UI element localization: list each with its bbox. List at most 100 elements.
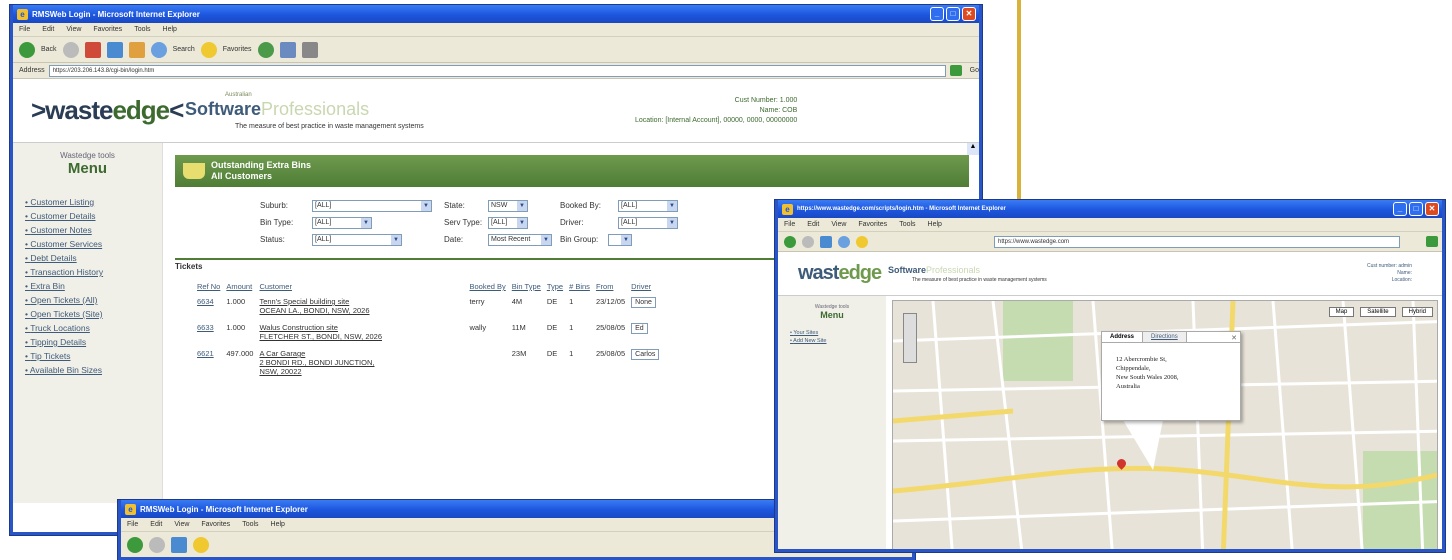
state-select[interactable]: NSW (488, 199, 528, 212)
refresh-icon[interactable] (106, 41, 123, 58)
menu-help[interactable]: Help (163, 26, 177, 33)
col-amount[interactable]: Amount (226, 282, 259, 295)
map-zoom-control[interactable] (903, 313, 917, 363)
suburb-select[interactable]: [ALL] (312, 199, 432, 212)
menu-help[interactable]: Help (928, 221, 942, 228)
close-icon[interactable]: ✕ (1231, 334, 1237, 342)
back-label[interactable]: Back (41, 46, 57, 53)
street-map[interactable]: Map Satellite Hybrid Address Directions … (892, 300, 1438, 549)
sidebar-item-customer-services[interactable]: Customer Services (25, 239, 162, 249)
booked-by-select[interactable]: [ALL] (618, 199, 678, 212)
menu-view[interactable]: View (831, 221, 846, 228)
sidebar-item-transaction-history[interactable]: Transaction History (25, 267, 162, 277)
forward-icon[interactable] (802, 235, 814, 248)
history-icon[interactable] (257, 41, 274, 58)
driver-select[interactable]: [ALL] (618, 216, 678, 229)
menu-edit[interactable]: Edit (150, 521, 162, 528)
close-button[interactable]: ✕ (1425, 202, 1439, 216)
menu-view[interactable]: View (174, 521, 189, 528)
menu-tools[interactable]: Tools (134, 26, 150, 33)
date-select[interactable]: Most Recent (488, 233, 552, 246)
ref-link[interactable]: 6634 (197, 295, 226, 321)
ref-link[interactable]: 6633 (197, 321, 226, 347)
scroll-up-icon[interactable]: ▲ (967, 143, 979, 155)
favorites-icon[interactable] (193, 536, 209, 553)
sidebar-item-tip-tickets[interactable]: Tip Tickets (25, 351, 162, 361)
hybrid-button[interactable]: Hybrid (1401, 307, 1433, 317)
back-icon[interactable] (127, 536, 143, 553)
bin-group-select[interactable] (608, 233, 632, 246)
address-input[interactable]: https://www.wastedge.com (994, 235, 1400, 248)
driver-select[interactable]: Ed (631, 323, 648, 334)
forward-icon[interactable] (62, 41, 79, 58)
menu-favorites[interactable]: Favorites (201, 521, 230, 528)
sidebar-item-add-new-site[interactable]: Add New Site (790, 338, 886, 344)
home-icon[interactable] (128, 41, 145, 58)
customer-address[interactable]: OCEAN LA., BONDI, NSW, 2026 (259, 306, 463, 315)
menu-tools[interactable]: Tools (242, 521, 258, 528)
sidebar-item-bin-sizes[interactable]: Available Bin Sizes (25, 365, 162, 375)
search-icon[interactable] (150, 41, 167, 58)
map-button[interactable]: Map (1328, 307, 1355, 317)
customer-link[interactable]: Walus Construction site (259, 323, 463, 332)
stop-icon[interactable] (84, 41, 101, 58)
minimize-button[interactable]: _ (1393, 202, 1407, 216)
menu-edit[interactable]: Edit (42, 26, 54, 33)
menu-edit[interactable]: Edit (807, 221, 819, 228)
col-bin-type[interactable]: Bin Type (512, 282, 547, 295)
back-icon[interactable] (19, 41, 35, 58)
sidebar-item-open-tickets-all[interactable]: Open Tickets (All) (25, 295, 162, 305)
menu-tools[interactable]: Tools (899, 221, 915, 228)
col-booked-by[interactable]: Booked By (469, 282, 511, 295)
sidebar-item-tipping-details[interactable]: Tipping Details (25, 337, 162, 347)
close-button[interactable]: ✕ (962, 7, 976, 21)
refresh-icon[interactable] (171, 536, 187, 553)
menu-favorites[interactable]: Favorites (858, 221, 887, 228)
go-button[interactable] (1426, 236, 1438, 247)
driver-select[interactable]: None (631, 297, 656, 308)
forward-icon[interactable] (149, 536, 165, 553)
sidebar-item-customer-listing[interactable]: Customer Listing (25, 197, 162, 207)
back-icon[interactable] (784, 235, 796, 248)
menu-file[interactable]: File (19, 26, 30, 33)
col-bins[interactable]: # Bins (569, 282, 596, 295)
go-label[interactable]: Go (970, 67, 979, 74)
menu-file[interactable]: File (127, 521, 138, 528)
customer-address[interactable]: 2 BONDI RD., BONDI JUNCTION, (259, 358, 463, 367)
customer-address[interactable]: FLETCHER ST., BONDI, NSW, 2026 (259, 332, 463, 341)
sidebar-item-extra-bin[interactable]: Extra Bin (25, 281, 162, 291)
print-icon[interactable] (301, 41, 318, 58)
menu-view[interactable]: View (66, 26, 81, 33)
customer-address-2[interactable]: NSW, 20022 (259, 367, 463, 376)
address-tab[interactable]: Address (1102, 332, 1144, 342)
favorites-icon[interactable] (856, 235, 868, 248)
col-ref[interactable]: Ref No (197, 282, 226, 295)
driver-select[interactable]: Carlos (631, 349, 660, 360)
col-type[interactable]: Type (547, 282, 569, 295)
menu-favorites[interactable]: Favorites (93, 26, 122, 33)
bin-type-select[interactable]: [ALL] (312, 216, 372, 229)
customer-link[interactable]: A Car Garage (259, 349, 463, 358)
ref-link[interactable]: 6621 (197, 347, 226, 382)
favorites-icon[interactable] (200, 41, 217, 58)
mail-icon[interactable] (279, 41, 296, 58)
sidebar-item-customer-details[interactable]: Customer Details (25, 211, 162, 221)
serv-type-select[interactable]: [ALL] (488, 216, 528, 229)
address-input[interactable]: https://203.206.143.8/cgi-bin/login.htm (48, 64, 946, 77)
menu-file[interactable]: File (784, 221, 795, 228)
col-driver[interactable]: Driver (631, 282, 665, 295)
maximize-button[interactable]: □ (1409, 202, 1423, 216)
maximize-button[interactable]: □ (946, 7, 960, 21)
col-customer[interactable]: Customer (259, 282, 469, 295)
sidebar-item-debt-details[interactable]: Debt Details (25, 253, 162, 263)
sidebar-item-open-tickets-site[interactable]: Open Tickets (Site) (25, 309, 162, 319)
status-select[interactable]: [ALL] (312, 233, 402, 246)
sidebar-item-truck-locations[interactable]: Truck Locations (25, 323, 162, 333)
go-button[interactable] (949, 65, 962, 76)
refresh-icon[interactable] (820, 235, 832, 248)
search-icon[interactable] (838, 235, 850, 248)
menu-help[interactable]: Help (271, 521, 285, 528)
customer-link[interactable]: Tenn's Special building site (259, 297, 463, 306)
sidebar-item-customer-notes[interactable]: Customer Notes (25, 225, 162, 235)
favorites-label[interactable]: Favorites (223, 46, 252, 53)
